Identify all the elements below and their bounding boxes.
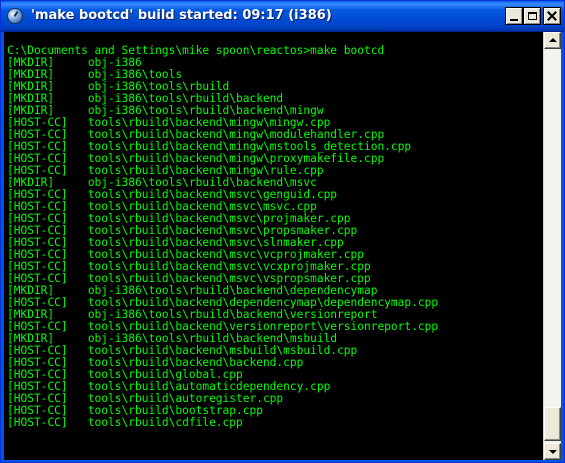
maximize-button[interactable] bbox=[523, 7, 541, 25]
console-window: 'make bootcd' build started: 09:17 (i386… bbox=[0, 0, 565, 463]
vertical-scrollbar[interactable] bbox=[543, 32, 561, 460]
minimize-icon bbox=[510, 19, 518, 21]
scroll-down-button[interactable] bbox=[544, 443, 561, 460]
scroll-thumb[interactable] bbox=[544, 407, 561, 441]
console-text: C:\Documents and Settings\mike spoon\rea… bbox=[4, 32, 543, 429]
console-app-icon[interactable] bbox=[7, 8, 23, 24]
scroll-up-arrow-icon bbox=[549, 38, 557, 42]
scroll-down-arrow-icon bbox=[549, 450, 557, 454]
minimize-button[interactable] bbox=[505, 7, 523, 25]
scroll-up-button[interactable] bbox=[544, 32, 561, 49]
close-icon bbox=[547, 11, 557, 21]
maximize-icon bbox=[527, 12, 537, 20]
console-line: [HOST-CC] tools\rbuild\cdfile.cpp bbox=[7, 416, 243, 429]
console-output[interactable]: C:\Documents and Settings\mike spoon\rea… bbox=[4, 32, 543, 460]
console-client-area: C:\Documents and Settings\mike spoon\rea… bbox=[4, 32, 561, 460]
close-button[interactable] bbox=[543, 7, 561, 25]
title-bar[interactable]: 'make bootcd' build started: 09:17 (i386… bbox=[1, 1, 564, 32]
window-title: 'make bootcd' build started: 09:17 (i386… bbox=[31, 8, 332, 23]
